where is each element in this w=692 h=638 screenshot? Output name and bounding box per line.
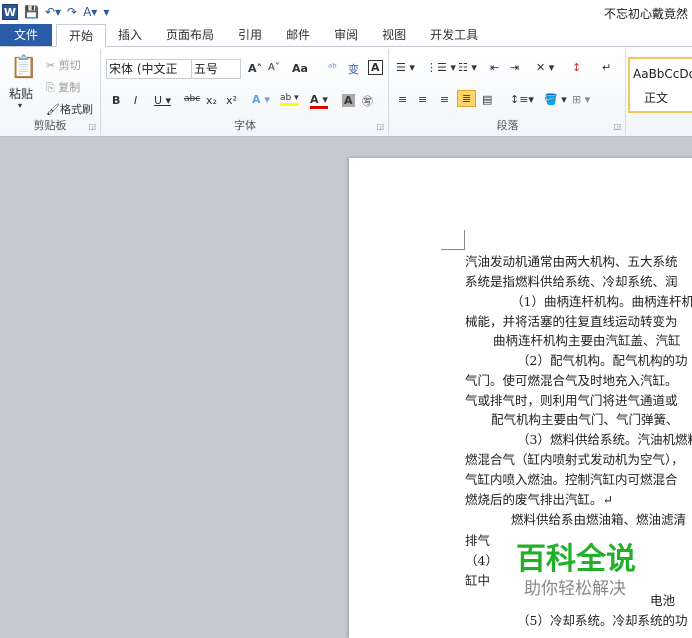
paragraph-group: ☰ ▾ ⋮☰ ▾ ☷ ▾ ⇤ ⇥ ✕ ▾ ↕ ↵ ≡ ≡ ≡ ≣ ▤ ↕≡▾ 🪣…	[390, 49, 626, 135]
text-line: 燃料供给系由燃油箱、燃油滤清	[511, 512, 687, 527]
copy-icon: ⎘	[46, 81, 59, 94]
text-line: 缸中	[465, 573, 491, 588]
shrink-font-icon[interactable]: A˅	[268, 62, 280, 73]
title-bar: W 💾 ↶▾ ↷ A▾ ▾ 不忘初心戴竟然	[0, 0, 692, 24]
sort-icon[interactable]: ↕	[572, 61, 581, 74]
clipboard-label: 剪贴板	[33, 119, 67, 132]
watermark-title: 百科全说	[516, 542, 636, 577]
copy-button[interactable]: ⎘ 复制	[46, 79, 80, 95]
style-preview: AaBbCcDd	[633, 67, 692, 81]
style-name: 正文	[644, 91, 669, 105]
distributed-icon[interactable]: ▤	[482, 93, 492, 106]
decrease-indent-icon[interactable]: ⇤	[490, 61, 499, 74]
margin-corner-mark	[441, 230, 465, 250]
dialog-launcher-icon[interactable]: ◲	[613, 122, 621, 131]
superscript-button[interactable]: x²	[226, 94, 237, 107]
paste-icon[interactable]: 📋	[10, 55, 37, 80]
text-line: 电池	[650, 593, 676, 608]
user-name: 不忘初心戴竟然	[603, 7, 688, 21]
show-marks-icon[interactable]: ↵	[602, 61, 611, 74]
save-icon[interactable]: 💾	[24, 5, 39, 19]
bold-button[interactable]: B	[112, 94, 120, 107]
text-line: 汽油发动机通常由两大机构、五大系统	[465, 254, 678, 269]
text-line: 燃烧后的废气排出汽缸。↵	[465, 492, 613, 507]
text-effects-button[interactable]: A ▾	[252, 93, 270, 106]
enclose-characters-icon[interactable]: ㊢	[362, 93, 373, 109]
text-line: （4）	[465, 553, 498, 568]
text-line: 配气机构主要由气门、气门弹簧、	[491, 412, 679, 427]
text-line: 气或排气时，则利用气门将进气通道或	[465, 393, 678, 408]
tab-references[interactable]: 引用	[226, 24, 274, 46]
undo-icon[interactable]: ↶▾	[45, 5, 61, 19]
numbering-button[interactable]: ⋮☰ ▾	[426, 61, 456, 74]
text-line: （1）曲柄连杆机构。曲柄连杆机	[511, 294, 692, 309]
align-right-icon[interactable]: ≡	[440, 93, 449, 106]
brush-icon: 🖌	[46, 103, 60, 116]
dialog-launcher-icon[interactable]: ◲	[88, 122, 96, 131]
chinese-layout-button[interactable]: ✕ ▾	[536, 61, 554, 74]
change-case-button[interactable]: Aa	[292, 62, 308, 75]
text-line: 气门。使可燃混合气及时地充入汽缸。	[465, 373, 678, 388]
align-center-icon[interactable]: ≡	[418, 93, 427, 106]
dialog-launcher-icon[interactable]: ◲	[376, 122, 384, 131]
italic-button[interactable]: I	[134, 94, 137, 107]
tab-page-layout[interactable]: 页面布局	[154, 24, 226, 46]
align-left-icon[interactable]: ≡	[398, 93, 407, 106]
text-line: （3）燃料供给系统。汽油机燃料	[517, 432, 692, 447]
grow-font-icon[interactable]: A˄	[248, 62, 262, 75]
tab-insert[interactable]: 插入	[106, 24, 154, 46]
paragraph-label: 段落	[496, 119, 519, 132]
font-size-select[interactable]: 五号	[191, 59, 241, 79]
text-line: （5）冷却系统。冷却系统的功	[517, 613, 688, 628]
line-spacing-button[interactable]: ↕≡▾	[510, 93, 534, 106]
tab-developer[interactable]: 开发工具	[418, 24, 490, 46]
font-label: 字体	[234, 119, 256, 132]
redo-icon[interactable]: ↷	[67, 5, 77, 19]
clipboard-group: 📋 粘贴 ▾ ✂ 剪切 ⎘ 复制 🖌格式刷 剪贴板 ◲	[0, 49, 101, 135]
text-line: （2）配气机构。配气机构的功	[517, 353, 688, 368]
tab-file[interactable]: 文件	[0, 24, 52, 46]
shading-button[interactable]: 🪣 ▾	[544, 93, 567, 106]
font-group: 宋体 (中文正文) 五号 A˄ A˅ Aa ᵃᵇ 变 A B I U ▾ abc…	[102, 49, 389, 135]
subscript-button[interactable]: x₂	[206, 94, 217, 107]
text-effects-icon[interactable]: A▾	[83, 5, 97, 19]
bullets-button[interactable]: ☰ ▾	[396, 61, 415, 74]
highlight-button[interactable]: ab ▾	[280, 93, 299, 106]
text-line: 械能，并将活塞的往复直线运动转变为	[465, 314, 678, 329]
watermark-subtitle: 助你轻松解决	[524, 579, 626, 599]
word-logo-icon[interactable]: W	[2, 4, 18, 20]
borders-button[interactable]: ⊞ ▾	[572, 93, 590, 106]
tab-mailings[interactable]: 邮件	[274, 24, 322, 46]
scissors-icon: ✂	[46, 59, 59, 72]
increase-indent-icon[interactable]: ⇥	[510, 61, 519, 74]
text-line: 系统是指燃料供给系统、冷却系统、润	[465, 274, 678, 289]
ribbon: 📋 粘贴 ▾ ✂ 剪切 ⎘ 复制 🖌格式刷 剪贴板 ◲ 宋体 (中文正文) 五号…	[0, 47, 692, 137]
text-line: 气缸内喷入燃油。控制汽缸内可燃混合	[465, 472, 678, 487]
tab-view[interactable]: 视图	[370, 24, 418, 46]
multilevel-list-button[interactable]: ☷ ▾	[458, 61, 477, 74]
strikethrough-button[interactable]: abc	[184, 94, 200, 104]
character-border-icon[interactable]: A	[368, 60, 383, 75]
justify-icon[interactable]: ≣	[457, 90, 477, 107]
font-color-button[interactable]: A ▾	[310, 93, 328, 109]
customize-toolbar-icon[interactable]: ▾	[103, 5, 109, 19]
text-line: 燃混合气（缸内喷射式发动机为空气），	[465, 452, 684, 467]
text-line: 排气	[465, 533, 491, 548]
cut-button[interactable]: ✂ 剪切	[46, 57, 81, 73]
character-shading-icon[interactable]: A	[342, 94, 355, 107]
text-line: 曲柄连杆机构主要由汽缸盖、汽缸	[493, 333, 681, 348]
ribbon-tabs: 文件 开始 插入 页面布局 引用 邮件 审阅 视图 开发工具	[0, 24, 692, 47]
tab-home[interactable]: 开始	[56, 24, 107, 47]
phonetic-guide-icon[interactable]: 变	[348, 61, 359, 77]
format-painter-button[interactable]: 🖌格式刷	[46, 101, 93, 117]
style-normal[interactable]: AaBbCcDd 正文	[628, 57, 692, 113]
quick-access-toolbar: W 💾 ↶▾ ↷ A▾ ▾	[0, 4, 109, 20]
font-name-select[interactable]: 宋体 (中文正文)	[106, 59, 192, 79]
clear-formatting-icon[interactable]: ᵃᵇ	[328, 61, 337, 74]
paste-dropdown-icon[interactable]: ▾	[18, 101, 22, 110]
tab-review[interactable]: 审阅	[322, 24, 370, 46]
paste-button[interactable]: 粘贴	[9, 85, 33, 102]
underline-button[interactable]: U ▾	[154, 94, 171, 107]
